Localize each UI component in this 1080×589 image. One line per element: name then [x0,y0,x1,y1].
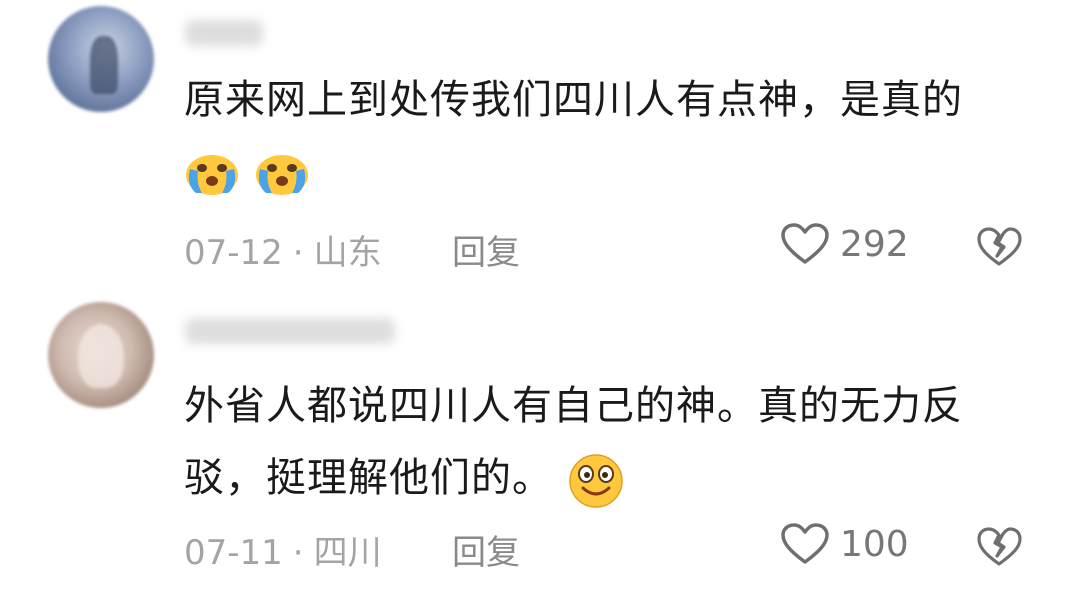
comment-text-line2: 驳，挺理解他们的。 [184,446,625,510]
like-count: 100 [840,523,909,565]
reply-button[interactable]: 回复 [452,525,520,574]
like-button[interactable]: 292 [780,222,909,266]
avatar[interactable] [48,6,154,112]
broken-heart-icon[interactable] [976,526,1022,568]
like-count: 292 [840,223,909,265]
comment-text: 原来网上到处传我们四川人有点神，是真的 [184,77,963,123]
comment-location: 四川 [313,533,382,573]
avatar[interactable] [48,302,154,408]
username-blurred[interactable] [185,318,395,344]
comment-location: 山东 [313,233,382,273]
comment-text: 外省人都说四川人有自己的神。真的无力反 [184,383,963,429]
like-button[interactable]: 100 [780,522,909,566]
reply-button[interactable]: 回复 [452,225,520,274]
comment-meta: 07-12 · 山东 [184,225,382,274]
username-blurred[interactable] [185,20,263,46]
comment-date: 07-11 [184,533,283,573]
crying-face-emoji-icon [255,155,308,195]
meta-separator: · [292,533,304,573]
heart-outline-icon [781,523,829,564]
meta-separator: · [292,233,304,273]
smiling-face-emoji-icon [568,454,623,508]
comment-meta: 07-11 · 四川 [184,525,382,574]
heart-outline-icon [781,223,829,264]
crying-face-emoji-icon [186,155,238,195]
comment-date: 07-12 [184,233,283,273]
comment-emoji-row [184,140,310,204]
broken-heart-icon[interactable] [976,226,1022,268]
